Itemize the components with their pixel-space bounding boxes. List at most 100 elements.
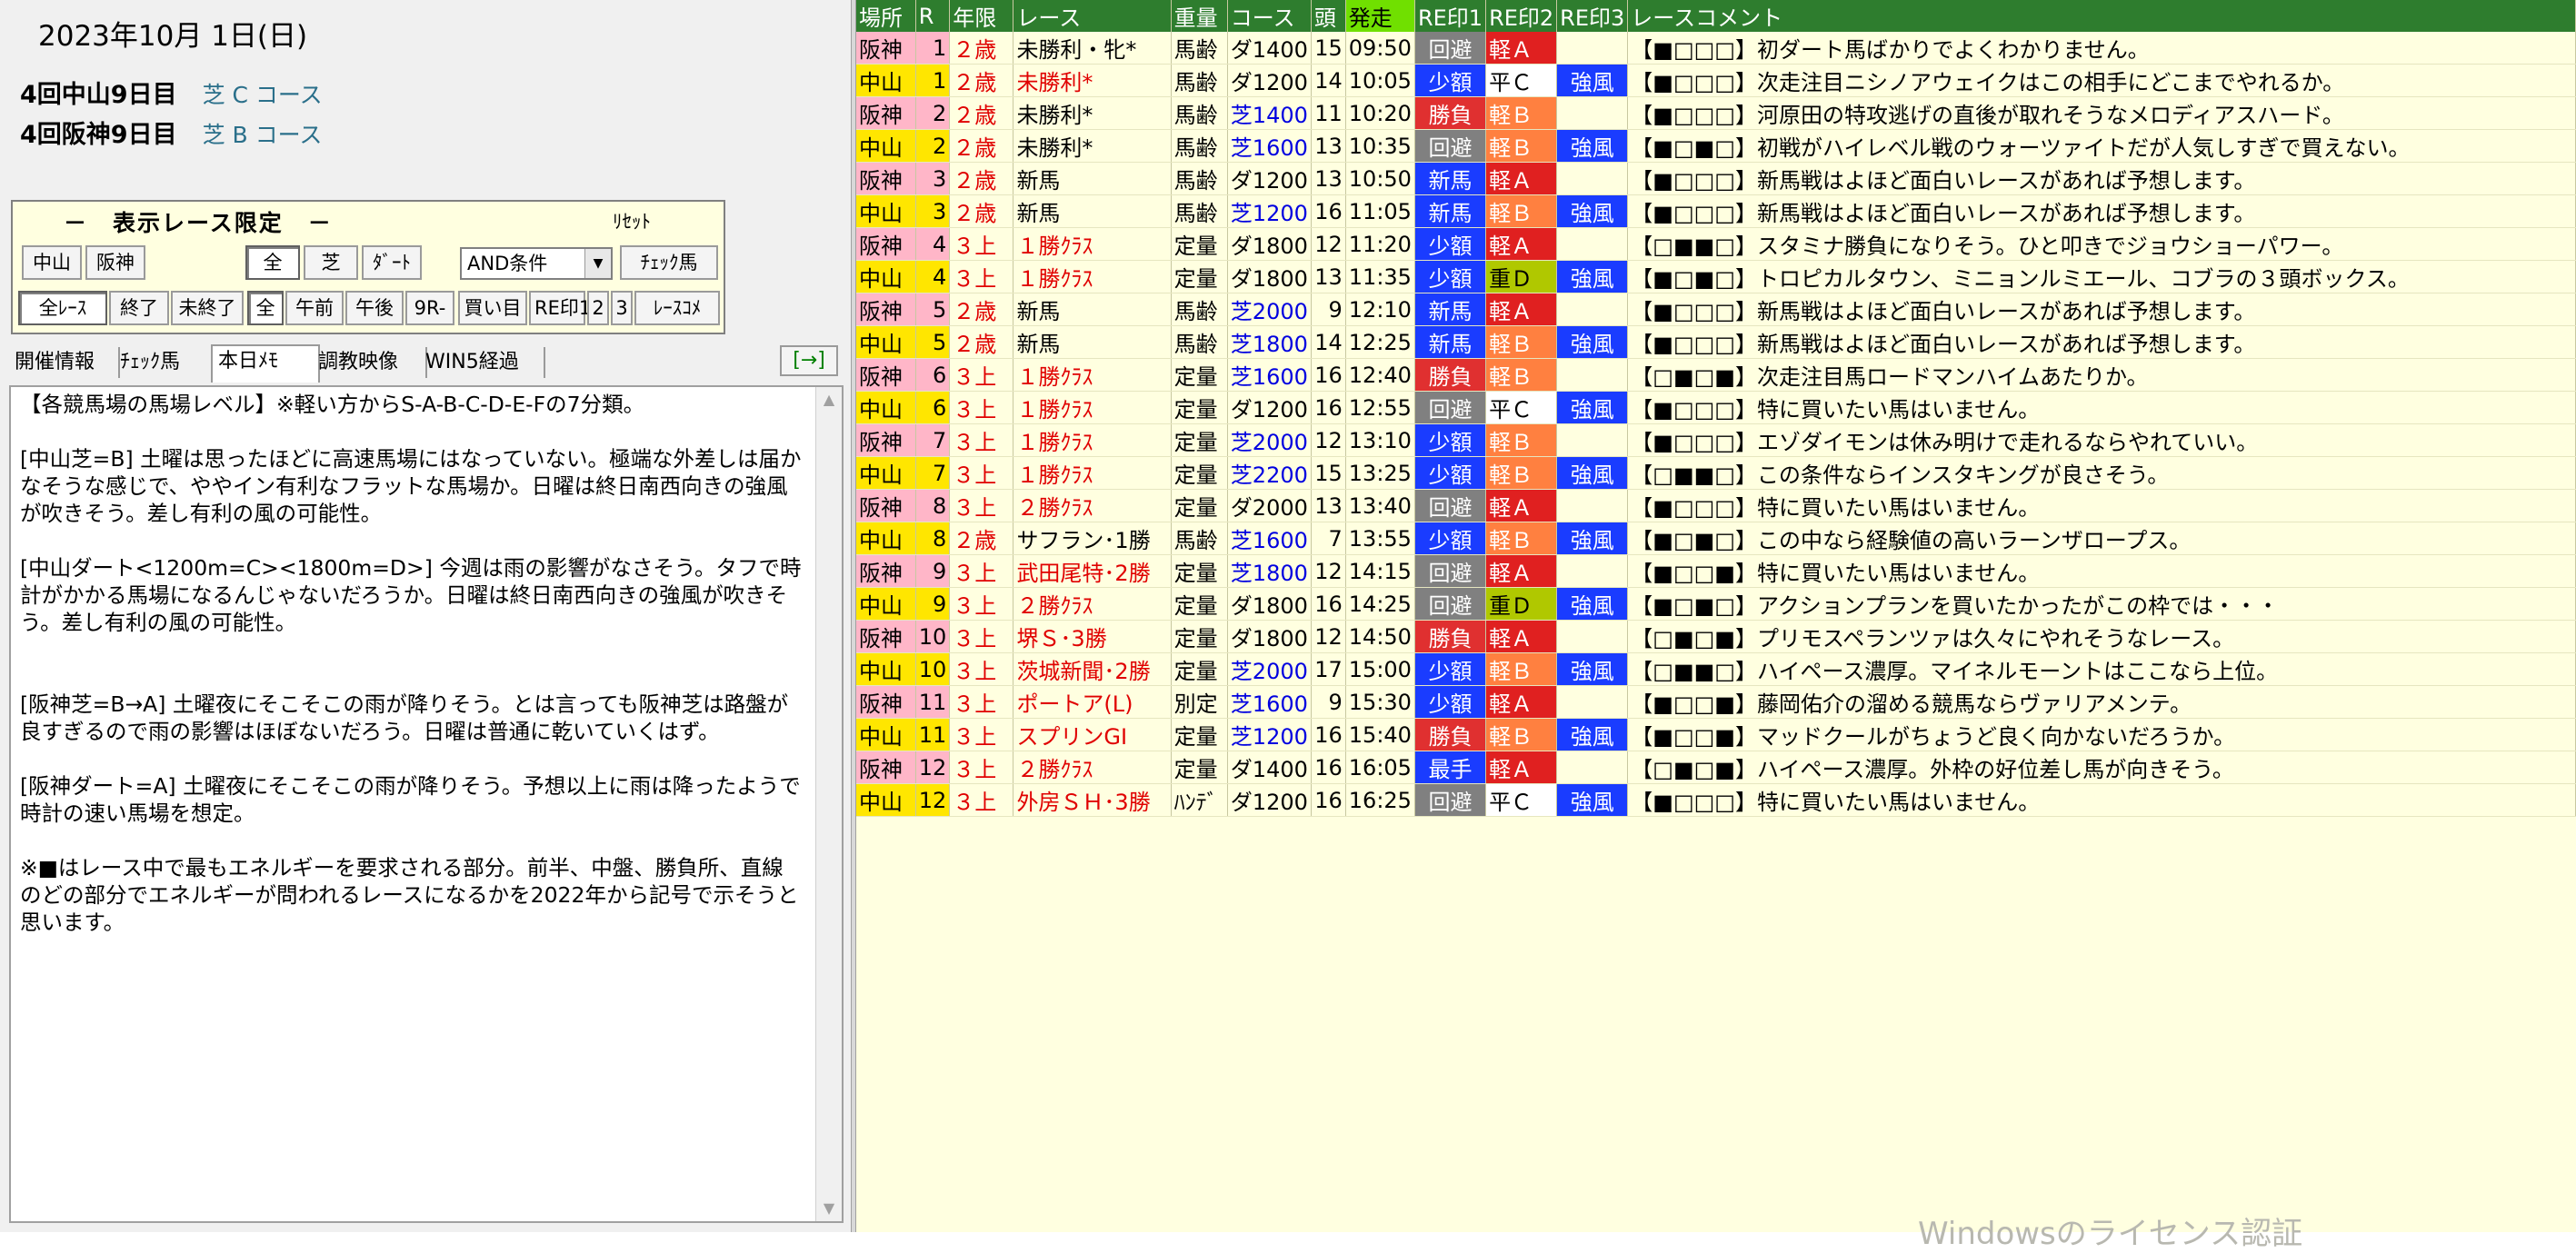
cell-re-mark2: 軽Ｂ (1485, 456, 1558, 490)
tab-check-horse[interactable]: ﾁｪｯｸ馬 (115, 347, 218, 378)
col-heads[interactable]: 頭 (1311, 0, 1346, 32)
filter-all-races-button[interactable]: 全ﾚｰｽ (18, 291, 107, 325)
race-comment-button[interactable]: ﾚｰｽｺﾒ (634, 291, 720, 325)
col-r[interactable]: R (915, 0, 951, 32)
cell-start-time: 12:55 (1345, 391, 1415, 424)
cell-re-mark2: 平Ｃ (1485, 64, 1558, 97)
table-row[interactable]: 中山 4 ３上 １勝ｸﾗｽ 定量 ダ1800 13 11:35 少額 重Ｄ 強風 【■□■□】トロピカ… (856, 260, 2576, 293)
cell-race: 未勝利* (1013, 96, 1172, 130)
cell-r: 12 (915, 783, 951, 817)
tab-today-memo[interactable]: 本日ﾒﾓ (211, 344, 320, 383)
table-row[interactable]: 中山 7 ３上 １勝ｸﾗｽ 定量 芝2200 15 13:25 少額 軽Ｂ 強風 【□■■□】この条件… (856, 456, 2576, 490)
cell-age: ２歳 (949, 129, 1014, 163)
reset-button[interactable]: ﾘｾｯﾄ (613, 207, 651, 234)
table-row[interactable]: 中山 2 ２歳 未勝利* 馬齢 芝1600 13 10:35 回避 軽Ｂ 強風 【■□■□】初戦がハイ… (856, 129, 2576, 163)
cell-re-mark3 (1556, 32, 1629, 65)
col-weight[interactable]: 重量 (1171, 0, 1228, 32)
expand-arrow-button[interactable]: [→] (780, 345, 838, 376)
re-mark1-button[interactable]: RE印1 (529, 291, 591, 325)
table-row[interactable]: 阪神 3 ２歳 新馬 馬齢 ダ1200 13 10:50 新馬 軽Ａ 【■□□□】新馬戦はよほど面白… (856, 162, 2576, 195)
col-course[interactable]: コース (1227, 0, 1312, 32)
cell-weight: 別定 (1171, 685, 1228, 719)
table-row[interactable]: 中山 11 ３上 スプリンGⅠ 定量 芝1200 16 15:40 勝負 軽Ｂ 強風 【■□□■】マッ… (856, 718, 2576, 751)
cell-r: 9 (915, 554, 951, 588)
table-row[interactable]: 中山 12 ３上 外房ＳＨ･3勝 ﾊﾝﾃﾞ ダ1200 16 16:25 回避 平Ｃ 強風 【■□□□… (856, 783, 2576, 817)
bet-button[interactable]: 買い目 (458, 291, 527, 325)
cell-place: 阪神 (856, 32, 916, 65)
table-row[interactable]: 中山 1 ２歳 未勝利* 馬齢 ダ1200 14 10:05 少額 平Ｃ 強風 【■□□□】次走注目ニ… (856, 64, 2576, 97)
table-row[interactable]: 阪神 1 ２歳 未勝利・牝* 馬齢 ダ1400 15 09:50 回避 軽Ａ 【■□□□】初ダート馬… (856, 32, 2576, 65)
filter-finished-button[interactable]: 終了 (109, 291, 169, 325)
col-place[interactable]: 場所 (856, 0, 916, 32)
table-row[interactable]: 阪神 12 ３上 ２勝ｸﾗｽ 定量 ダ1400 16 16:05 最手 軽Ａ 【□■□■】ハイペース… (856, 751, 2576, 784)
filter-turf-button[interactable]: 芝 (304, 245, 358, 280)
condition-select[interactable]: AND条件 ▼ (460, 247, 613, 280)
filter-morning-button[interactable]: 午前 (285, 291, 344, 325)
cell-place: 阪神 (856, 423, 916, 457)
cell-re-mark2: 重Ｄ (1485, 587, 1558, 621)
col-re-mark1[interactable]: RE印1 (1414, 0, 1487, 32)
tab-win5[interactable]: WIN5経過 (420, 347, 545, 378)
cell-course: ダ1200 (1227, 162, 1312, 195)
filter-afternoon-button[interactable]: 午後 (345, 291, 404, 325)
tab-meeting-info[interactable]: 開催情報 (9, 347, 120, 378)
cell-comment: 【■□□□】初ダート馬ばかりでよくわかりません。 (1627, 32, 2576, 65)
table-row[interactable]: 中山 8 ２歳 サフラン･1勝 馬齢 芝1600 7 13:55 少額 軽Ｂ 強風 【■□■□】この中… (856, 522, 2576, 555)
re-mark3-button[interactable]: 3 (611, 291, 633, 325)
table-row[interactable]: 阪神 7 ３上 １勝ｸﾗｽ 定量 芝2000 12 13:10 少額 軽Ｂ 【■□□□】エゾダイモン… (856, 423, 2576, 457)
cell-place: 阪神 (856, 620, 916, 653)
filter-9r-button[interactable]: 9R- (405, 291, 454, 325)
table-row[interactable]: 中山 10 ３上 茨城新聞･2勝 定量 芝2000 17 15:00 少額 軽Ｂ 強風 【□■■□】ハ… (856, 652, 2576, 686)
table-row[interactable]: 中山 3 ２歳 新馬 馬齢 芝1200 16 11:05 新馬 軽Ｂ 強風 【■□□□】新馬戦はよほど… (856, 194, 2576, 228)
cell-start-time: 10:05 (1345, 64, 1415, 97)
filter-dirt-button[interactable]: ﾀﾞｰﾄ (362, 245, 422, 280)
cell-place: 阪神 (856, 293, 916, 326)
col-re-mark3[interactable]: RE印3 (1556, 0, 1629, 32)
table-row[interactable]: 阪神 10 ３上 堺Ｓ･3勝 定量 ダ1800 12 14:50 勝負 軽Ａ 【□■□■】プリモスペ… (856, 620, 2576, 653)
memo-scrollbar[interactable]: ▲ ▼ (815, 387, 842, 1221)
scroll-up-icon[interactable]: ▲ (816, 387, 842, 413)
cell-course: 芝1600 (1227, 685, 1312, 719)
filter-unfinished-button[interactable]: 未終了 (171, 291, 244, 325)
filter-all-surface-button[interactable]: 全 (245, 245, 300, 280)
cell-place: 中山 (856, 522, 916, 555)
table-row[interactable]: 阪神 8 ３上 ２勝ｸﾗｽ 定量 ダ2000 13 13:40 回避 軽Ａ 【■□□□】特に買いたい… (856, 489, 2576, 522)
cell-start-time: 16:05 (1345, 751, 1415, 784)
col-age[interactable]: 年限 (949, 0, 1014, 32)
cell-place: 阪神 (856, 227, 916, 261)
col-race[interactable]: レース (1013, 0, 1172, 32)
table-row[interactable]: 阪神 4 ３上 １勝ｸﾗｽ 定量 ダ1800 12 11:20 少額 軽Ａ 【□■■□】スタミナ勝負… (856, 227, 2576, 261)
cell-re-mark3 (1556, 554, 1629, 588)
chevron-down-icon[interactable]: ▼ (584, 249, 611, 278)
check-horse-button[interactable]: ﾁｪｯｸ馬 (620, 245, 718, 280)
table-row[interactable]: 中山 5 ２歳 新馬 馬齢 芝1800 14 12:25 新馬 軽Ｂ 強風 【■□□□】新馬戦はよほど… (856, 325, 2576, 359)
table-row[interactable]: 中山 6 ３上 １勝ｸﾗｽ 定量 ダ1200 16 12:55 回避 平Ｃ 強風 【■□□□】特に買い… (856, 391, 2576, 424)
cell-re-mark1: 少額 (1414, 423, 1487, 457)
cell-heads: 12 (1311, 423, 1346, 457)
filter-nakayama-button[interactable]: 中山 (22, 245, 82, 280)
scroll-down-icon[interactable]: ▼ (816, 1196, 842, 1221)
cell-weight: 馬齢 (1171, 32, 1228, 65)
table-row[interactable]: 中山 9 ３上 ２勝ｸﾗｽ 定量 ダ1800 16 14:25 回避 重Ｄ 強風 【■□■□】アクショ… (856, 587, 2576, 621)
cell-race: ２勝ｸﾗｽ (1013, 587, 1172, 621)
cell-r: 4 (915, 260, 951, 293)
col-re-mark2[interactable]: RE印2 (1485, 0, 1558, 32)
filter-all-time-button[interactable]: 全 (247, 291, 284, 325)
col-race-comment[interactable]: レースコメント (1627, 0, 2576, 32)
tab-training-video[interactable]: 調教映像 (313, 347, 427, 378)
cell-comment: 【■□■□】トロピカルタウン、ミニョンルミエール、コブラの３頭ボックス。 (1627, 260, 2576, 293)
table-row[interactable]: 阪神 9 ３上 武田尾特･2勝 定量 芝1800 12 14:15 回避 軽Ａ 【■□□■】特に買い… (856, 554, 2576, 588)
table-row[interactable]: 阪神 11 ３上 ポートア(L) 別定 芝1600 9 15:30 少額 軽Ａ 【■□□■】藤岡佑介… (856, 685, 2576, 719)
table-row[interactable]: 阪神 5 ２歳 新馬 馬齢 芝2000 9 12:10 新馬 軽Ａ 【■□□□】新馬戦はよほど面白い… (856, 293, 2576, 326)
col-start-time[interactable]: 発走 (1345, 0, 1415, 32)
cell-start-time: 16:25 (1345, 783, 1415, 817)
cell-race: ポートア(L) (1013, 685, 1172, 719)
memo-textarea[interactable]: 【各競馬場の馬場レベル】※軽い方からS-A-B-C-D-E-Fの7分類。 [中山… (9, 385, 844, 1223)
filter-hanshin-button[interactable]: 阪神 (85, 245, 145, 280)
re-mark2-button[interactable]: 2 (587, 291, 609, 325)
cell-r: 7 (915, 456, 951, 490)
table-row[interactable]: 阪神 6 ３上 １勝ｸﾗｽ 定量 芝1600 16 12:40 勝負 軽Ｂ 【□■□■】次走注目馬ロ… (856, 358, 2576, 392)
cell-place: 中山 (856, 391, 916, 424)
table-row[interactable]: 阪神 2 ２歳 未勝利* 馬齢 芝1400 11 10:20 勝負 軽Ｂ 【■□□□】河原田の特攻逃… (856, 96, 2576, 130)
cell-re-mark2: 平Ｃ (1485, 391, 1558, 424)
